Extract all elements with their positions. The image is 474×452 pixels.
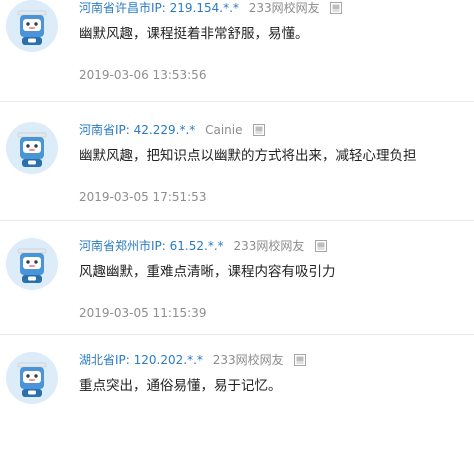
comment-location[interactable]: 河南省: [79, 123, 115, 137]
comment-time: 2019-03-05 11:15:39: [79, 306, 207, 320]
comment-username[interactable]: Cainie: [205, 123, 242, 137]
comment-text: 风趣幽默，重难点清晰，课程内容有吸引力: [79, 264, 336, 280]
comment-meta: 河南省许昌市IP: 219.154.*.* 233网校网友: [79, 0, 343, 17]
comment-username[interactable]: 233网校网友: [249, 1, 320, 15]
user-card-icon[interactable]: [253, 124, 266, 136]
comment-meta: 河南省IP: 42.229.*.* Cainie: [79, 121, 266, 139]
comment-item: 河南省郑州市IP: 61.52.*.* 233网校网友 风趣幽默，重难点清晰，课…: [0, 220, 474, 338]
comment-meta: 河南省郑州市IP: 61.52.*.* 233网校网友: [79, 237, 328, 255]
robot-avatar-icon[interactable]: [6, 0, 58, 52]
comment-ip: IP: 219.154.*.*: [151, 1, 239, 15]
robot-avatar-icon[interactable]: [6, 352, 58, 404]
comment-ip: IP: 61.52.*.*: [151, 239, 224, 253]
comment-item: 湖北省IP: 120.202.*.* 233网校网友 重点突出，通俗易懂，易于记…: [0, 334, 474, 452]
robot-avatar-icon[interactable]: [6, 122, 58, 174]
comment-time: 2019-03-06 13:53:56: [79, 68, 207, 82]
comment-username[interactable]: 233网校网友: [213, 353, 284, 367]
comment-time: 2019-03-05 17:51:53: [79, 190, 207, 204]
user-card-icon[interactable]: [330, 2, 343, 14]
comment-ip: IP: 42.229.*.*: [115, 123, 196, 137]
divider: [0, 101, 474, 102]
comment-meta: 湖北省IP: 120.202.*.* 233网校网友: [79, 351, 307, 369]
comment-text: 幽默风趣，课程挺着非常舒服，易懂。: [79, 26, 309, 42]
user-card-icon[interactable]: [294, 354, 307, 366]
comment-location[interactable]: 河南省郑州市: [79, 239, 151, 253]
robot-avatar-icon[interactable]: [6, 238, 58, 290]
comment-text: 重点突出，通俗易懂，易于记忆。: [79, 378, 282, 394]
comment-location[interactable]: 湖北省: [79, 353, 115, 367]
comment-text: 幽默风趣，把知识点以幽默的方式将出来，减轻心理负担: [79, 148, 417, 164]
comment-location[interactable]: 河南省许昌市: [79, 1, 151, 15]
user-card-icon[interactable]: [315, 240, 328, 252]
comment-ip: IP: 120.202.*.*: [115, 353, 203, 367]
comment-username[interactable]: 233网校网友: [233, 239, 304, 253]
comment-item: 河南省许昌市IP: 219.154.*.* 233网校网友 幽默风趣，课程挺着非…: [0, 0, 474, 100]
comment-item: 河南省IP: 42.229.*.* Cainie 幽默风趣，把知识点以幽默的方式…: [0, 104, 474, 222]
